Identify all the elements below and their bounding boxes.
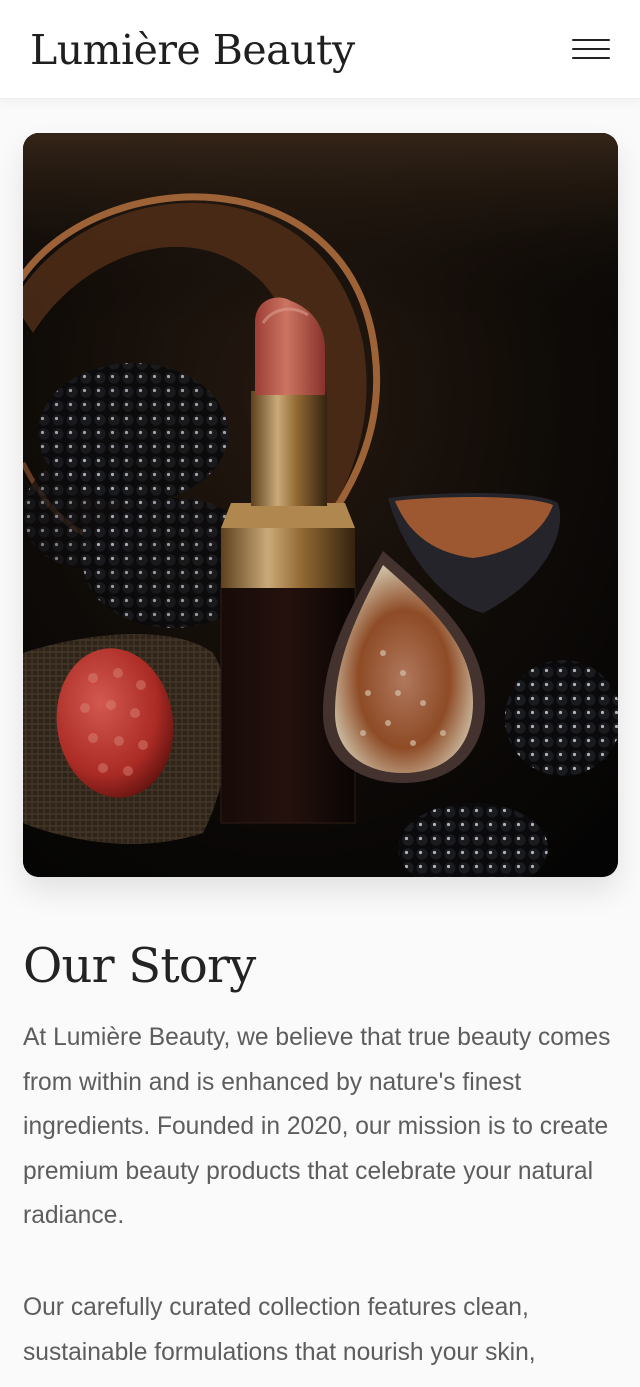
hero-image bbox=[23, 133, 618, 877]
menu-line bbox=[572, 56, 610, 59]
brand-logo[interactable]: Lumière Beauty bbox=[30, 29, 355, 71]
story-paragraph: At Lumière Beauty, we believe that true … bbox=[23, 1024, 611, 1230]
site-header: Lumière Beauty bbox=[0, 0, 640, 99]
menu-line bbox=[572, 39, 610, 42]
section-title: Our Story bbox=[23, 938, 256, 994]
story-paragraph: Our carefully curated collection feature… bbox=[23, 1294, 536, 1366]
menu-line bbox=[572, 47, 610, 51]
hamburger-menu-icon[interactable] bbox=[572, 37, 612, 61]
